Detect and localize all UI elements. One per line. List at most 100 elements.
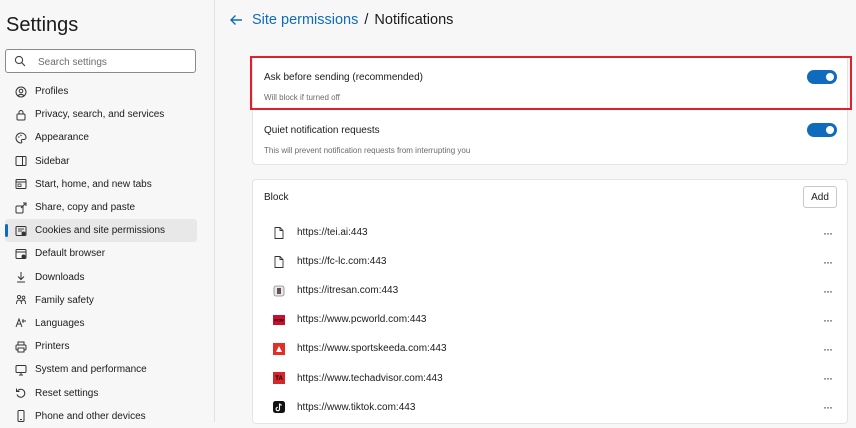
printer-icon	[15, 341, 27, 353]
sidebar-item-label: Profiles	[35, 86, 69, 98]
tiktok-favicon	[273, 401, 285, 414]
download-icon	[17, 272, 25, 283]
list-item: TA https://www.techadvisor.com:443 ···	[253, 363, 847, 392]
more-options-button[interactable]: ···	[823, 313, 833, 327]
list-item: https://itresan.com:443 ···	[253, 276, 847, 305]
list-item: https://tei.ai:443 ···	[253, 218, 847, 247]
sidebar-item-label: Downloads	[35, 271, 85, 283]
list-item: https://www.tiktok.com:443 ···	[253, 393, 847, 422]
add-button[interactable]: Add	[803, 186, 837, 208]
toggle-knob	[826, 126, 834, 134]
sidebar-item-downloads[interactable]: Downloads	[5, 266, 197, 289]
sidebar-item-languages[interactable]: Languages	[5, 312, 197, 335]
reset-icon	[16, 388, 26, 398]
pcworld-favicon-text: PCW	[274, 317, 284, 322]
sidebar-item-default-browser[interactable]: Default browser	[5, 242, 197, 265]
sidebar-item-label: Reset settings	[35, 387, 99, 399]
back-arrow-icon[interactable]	[229, 13, 243, 27]
techadvisor-favicon: TA	[273, 372, 285, 385]
sidebar-item-appearance[interactable]: Appearance	[5, 126, 197, 149]
quiet-notification-title: Quiet notification requests	[264, 125, 380, 136]
language-icon	[15, 318, 26, 328]
sidebar-item-label: Share, copy and paste	[35, 202, 136, 214]
sidebar-title: Settings	[6, 14, 79, 36]
more-options-button[interactable]: ···	[823, 255, 833, 269]
palette-icon	[15, 132, 27, 144]
more-options-button[interactable]: ···	[823, 342, 833, 356]
family-icon	[16, 295, 26, 305]
sidebar-item-label: Privacy, search, and services	[35, 109, 165, 121]
site-url: https://fc-lc.com:443	[297, 256, 387, 268]
phone-icon	[17, 410, 25, 423]
techadvisor-favicon-text: TA	[275, 376, 283, 382]
home-icon	[15, 179, 27, 190]
sidebar-nav: Profiles Privacy, search, and services A…	[5, 80, 197, 428]
more-options-button[interactable]: ···	[823, 284, 833, 298]
blocked-sites-list: https://tei.ai:443 ··· https://fc-lc.com…	[253, 218, 847, 422]
site-url: https://www.sportskeeda.com:443	[297, 343, 447, 355]
site-url: https://www.pcworld.com:443	[297, 314, 427, 326]
settings-sidebar: Settings Profiles Privacy, search, and s…	[0, 0, 215, 423]
sidebar-item-label: Start, home, and new tabs	[35, 178, 152, 190]
sidebar-item-label: Sidebar	[35, 155, 70, 167]
breadcrumb-separator: /	[364, 12, 369, 28]
more-options-button[interactable]: ···	[823, 400, 833, 414]
itresan-favicon	[273, 285, 285, 297]
sidebar-item-label: Phone and other devices	[35, 410, 146, 422]
more-options-button[interactable]: ···	[823, 371, 833, 385]
sidebar-item-printers[interactable]: Printers	[5, 335, 197, 358]
sidebar-icon	[15, 156, 27, 167]
ask-before-sending-description: Will block if turned off	[264, 93, 340, 102]
search-icon	[14, 55, 26, 67]
cookies-icon	[15, 225, 27, 236]
sidebar-item-system[interactable]: System and performance	[5, 358, 197, 381]
block-section-title: Block	[264, 192, 289, 203]
sidebar-item-family-safety[interactable]: Family safety	[5, 289, 197, 312]
sidebar-item-label: Cookies and site permissions	[35, 225, 166, 237]
sportskeeda-favicon	[273, 342, 285, 355]
ask-before-sending-row: Ask before sending (recommended) Will bl…	[253, 57, 847, 111]
sidebar-item-label: System and performance	[35, 364, 147, 376]
sidebar-item-cookies[interactable]: Cookies and site permissions	[5, 219, 197, 243]
sidebar-item-phone[interactable]: Phone and other devices	[5, 405, 197, 428]
more-options-button[interactable]: ···	[823, 226, 833, 240]
quiet-notification-row: Quiet notification requests This will pr…	[253, 111, 847, 165]
ask-before-sending-toggle[interactable]	[807, 70, 837, 84]
quiet-notification-toggle[interactable]	[807, 123, 837, 137]
pcworld-favicon: PCW	[273, 314, 285, 326]
list-item: PCW https://www.pcworld.com:443 ···	[253, 305, 847, 334]
sidebar-item-label: Default browser	[35, 248, 106, 260]
page-icon	[273, 226, 285, 239]
ask-before-sending-title: Ask before sending (recommended)	[264, 72, 423, 83]
sidebar-item-share[interactable]: Share, copy and paste	[5, 196, 197, 219]
search-input[interactable]	[36, 53, 195, 71]
sidebar-item-privacy[interactable]: Privacy, search, and services	[5, 103, 197, 126]
page-icon	[273, 255, 285, 268]
search-box[interactable]	[5, 49, 196, 73]
quiet-notification-description: This will prevent notification requests …	[264, 146, 471, 155]
site-url: https://tei.ai:443	[297, 227, 368, 239]
system-icon	[15, 364, 27, 376]
breadcrumb-site-permissions-link[interactable]: Site permissions	[252, 12, 358, 28]
sidebar-item-profiles[interactable]: Profiles	[5, 80, 197, 103]
site-url: https://www.techadvisor.com:443	[297, 372, 443, 384]
lock-icon	[16, 109, 26, 121]
page-title: Notifications	[374, 12, 454, 28]
notification-settings-card: Ask before sending (recommended) Will bl…	[252, 56, 848, 165]
sidebar-item-label: Appearance	[35, 132, 89, 144]
sidebar-item-label: Family safety	[35, 294, 94, 306]
sidebar-item-reset[interactable]: Reset settings	[5, 381, 197, 404]
browser-icon	[15, 248, 27, 259]
breadcrumb: Site permissions / Notifications	[229, 12, 453, 28]
list-item: https://www.sportskeeda.com:443 ···	[253, 334, 847, 363]
share-icon	[15, 202, 27, 214]
list-item: https://fc-lc.com:443 ···	[253, 247, 847, 276]
block-list-card: Block Add https://tei.ai:443 ··· https:/…	[252, 179, 848, 424]
sidebar-item-sidebar[interactable]: Sidebar	[5, 150, 197, 173]
site-url: https://www.tiktok.com:443	[297, 401, 416, 413]
toggle-knob	[826, 73, 834, 81]
sidebar-item-label: Languages	[35, 317, 85, 329]
site-url: https://itresan.com:443	[297, 285, 399, 297]
profile-icon	[15, 86, 27, 98]
sidebar-item-start-home[interactable]: Start, home, and new tabs	[5, 173, 197, 196]
